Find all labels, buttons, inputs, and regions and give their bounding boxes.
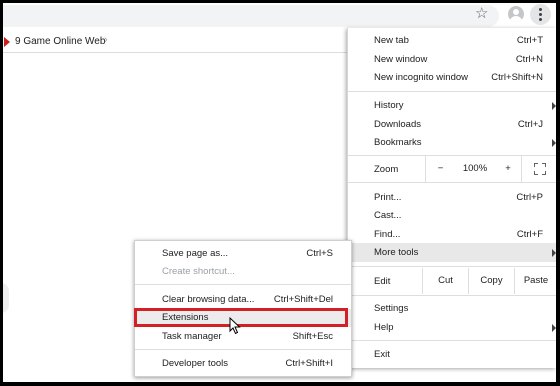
shortcut-label: Ctrl+S — [306, 248, 333, 259]
chrome-menu-button[interactable] — [530, 4, 551, 25]
menu-item-new-tab[interactable]: New tab Ctrl+T — [348, 32, 556, 50]
edit-row: Edit Cut Copy Paste — [348, 268, 556, 294]
shortcut-label: Shift+Esc — [292, 331, 333, 342]
submenu-item-developer-tools[interactable]: Developer tools Ctrl+Shift+I — [135, 355, 351, 373]
zoom-in-button[interactable]: + — [495, 156, 521, 182]
bookmark-star-icon[interactable]: ☆ — [475, 6, 488, 22]
edit-label: Edit — [374, 276, 391, 287]
menu-separator — [348, 295, 556, 296]
submenu-item-create-shortcut: Create shortcut... — [162, 266, 235, 277]
profile-avatar-icon[interactable] — [508, 6, 524, 22]
menu-separator — [135, 349, 351, 350]
zoom-out-button[interactable]: − — [425, 156, 455, 182]
zoom-label: Zoom — [374, 164, 399, 175]
shortcut-label: Ctrl+J — [517, 119, 543, 130]
paste-button[interactable]: Paste — [514, 268, 556, 294]
shortcut-label: Ctrl+F — [516, 229, 543, 240]
address-bar[interactable] — [3, 5, 499, 27]
mouse-cursor-icon — [229, 317, 241, 335]
menu-separator — [348, 340, 556, 341]
copy-button[interactable]: Copy — [468, 268, 514, 294]
bookmark-item[interactable]: 9 Game Online Web — [15, 36, 105, 47]
menu-item-find[interactable]: Find... Ctrl+F — [348, 226, 556, 244]
menu-separator — [348, 91, 556, 92]
shortcut-label: Ctrl+Shift+N — [491, 72, 543, 83]
menu-item-cast[interactable]: Cast... — [348, 207, 556, 225]
bookmark-favicon-icon — [4, 37, 10, 47]
menu-item-downloads[interactable]: Downloads Ctrl+J — [348, 116, 556, 134]
submenu-item-clear-browsing-data[interactable]: Clear browsing data... Ctrl+Shift+Del — [135, 291, 351, 309]
menu-item-new-incognito-window[interactable]: New incognito window Ctrl+Shift+N — [348, 69, 556, 87]
bookmarks-overflow-icon[interactable]: › — [104, 34, 108, 46]
chrome-main-menu: New tab Ctrl+T New window Ctrl+N New inc… — [347, 28, 556, 368]
menu-item-bookmarks[interactable]: Bookmarks — [348, 134, 556, 152]
browser-window: ☆ 9 Game Online Web › New tab Ctrl+T New… — [3, 3, 556, 382]
menu-item-help[interactable]: Help — [348, 319, 556, 337]
menu-item-print[interactable]: Print... Ctrl+P — [348, 189, 556, 207]
shortcut-label: Ctrl+T — [516, 35, 543, 46]
zoom-row: Zoom − 100% + — [348, 156, 556, 182]
menu-item-more-tools[interactable]: More tools — [348, 243, 556, 262]
shortcut-label: Ctrl+Shift+Del — [273, 294, 333, 305]
submenu-arrow-icon — [552, 249, 556, 257]
fullscreen-button[interactable] — [521, 156, 556, 182]
menu-item-settings[interactable]: Settings — [348, 300, 556, 318]
menu-separator — [348, 182, 556, 183]
browser-toolbar: ☆ — [3, 3, 556, 30]
submenu-arrow-icon — [552, 324, 556, 332]
shortcut-label: Ctrl+N — [515, 54, 543, 65]
submenu-arrow-icon — [552, 139, 556, 147]
cut-button[interactable]: Cut — [422, 268, 468, 294]
extensions-highlight-box — [134, 308, 348, 327]
submenu-item-task-manager[interactable]: Task manager Shift+Esc — [135, 328, 351, 346]
submenu-item-save-page[interactable]: Save page as... Ctrl+S — [135, 245, 351, 263]
fullscreen-icon — [534, 163, 546, 175]
page-side-handle — [3, 283, 9, 313]
menu-separator — [348, 266, 556, 267]
menu-item-exit[interactable]: Exit — [348, 346, 556, 364]
menu-item-history[interactable]: History — [348, 97, 556, 115]
zoom-level: 100% — [462, 163, 488, 174]
menu-separator — [135, 284, 351, 285]
menu-item-new-window[interactable]: New window Ctrl+N — [348, 51, 556, 69]
shortcut-label: Ctrl+P — [516, 192, 543, 203]
submenu-arrow-icon — [552, 102, 556, 110]
shortcut-label: Ctrl+Shift+I — [285, 358, 333, 369]
